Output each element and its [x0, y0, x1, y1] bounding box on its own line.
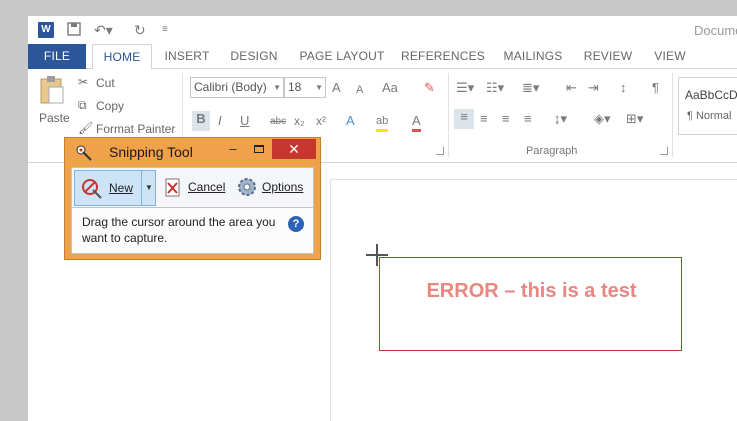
tab-view[interactable]: VIEW	[646, 44, 694, 69]
word-logo-icon[interactable]: W	[38, 22, 54, 38]
font-size-select[interactable]: 18 ▼	[284, 77, 326, 98]
snipping-tool-window: Snipping Tool – ✕ New ▼ Cancel Options D…	[64, 137, 321, 260]
tab-review[interactable]: REVIEW	[580, 44, 636, 69]
show-marks-button[interactable]: ¶	[652, 80, 659, 96]
tab-page-layout[interactable]: PAGE LAYOUT	[294, 44, 390, 69]
paragraph-dialog-launcher-icon[interactable]	[660, 147, 668, 155]
paintbrush-icon[interactable]: 🖌	[78, 121, 93, 135]
selection-rectangle[interactable]: ERROR – this is a test	[379, 257, 682, 351]
cancel-button[interactable]: Cancel	[188, 180, 225, 194]
tab-insert[interactable]: INSERT	[158, 44, 216, 69]
grow-font-icon[interactable]: A	[332, 80, 341, 96]
paragraph-group-label: Paragraph	[526, 145, 578, 157]
instruction-text: Drag the cursor around the area you want…	[82, 215, 276, 245]
minimize-button[interactable]: –	[220, 140, 246, 160]
justify-icon[interactable]: ≡	[524, 111, 532, 127]
align-left-icon[interactable]: ≡	[454, 109, 474, 129]
underline-button[interactable]: U	[240, 113, 249, 129]
snipping-instructions: Drag the cursor around the area you want…	[71, 208, 314, 254]
tab-home[interactable]: HOME	[92, 44, 152, 70]
style-preview: AaBbCcD	[685, 88, 737, 102]
borders-icon[interactable]: ⊞▾	[626, 111, 643, 127]
snipping-tool-title: Snipping Tool	[109, 144, 193, 160]
subscript-button[interactable]: x₂	[294, 113, 305, 129]
document-text: ERROR – this is a test	[426, 280, 637, 302]
font-name-select[interactable]: Calibri (Body) ▼	[190, 77, 284, 98]
font-size-value: 18	[288, 80, 302, 94]
cut-button[interactable]: Cut	[96, 76, 115, 90]
new-snip-label-text: New	[109, 181, 134, 195]
line-spacing-icon[interactable]: ↨▾	[554, 111, 567, 127]
format-painter-button[interactable]: Format Painter	[96, 122, 175, 136]
gear-icon	[236, 176, 258, 203]
highlight-button[interactable]: ab	[376, 113, 389, 132]
multilevel-icon[interactable]: ≣▾	[522, 80, 539, 96]
divider	[672, 73, 673, 157]
center-icon[interactable]: ≡	[480, 111, 488, 127]
divider	[448, 73, 449, 157]
new-snip-button[interactable]: New ▼	[74, 170, 156, 206]
options-button[interactable]: Options	[262, 180, 303, 194]
chevron-down-icon[interactable]: ▼	[141, 171, 156, 205]
redo-icon[interactable]: ↻	[134, 21, 146, 39]
italic-button[interactable]: I	[218, 113, 222, 129]
increase-indent-icon[interactable]: ⇥	[588, 80, 599, 96]
tab-file[interactable]: FILE	[28, 44, 86, 69]
numbering-icon[interactable]: ☷▾	[486, 80, 504, 96]
shading-icon[interactable]: ◈▾	[594, 111, 611, 127]
new-snip-icon	[81, 178, 103, 205]
quick-access-toolbar: W ↶▾ ↻ ≡ Docume	[28, 16, 737, 44]
snip-app-icon	[75, 144, 93, 162]
save-icon[interactable]	[66, 21, 82, 39]
tab-mailings[interactable]: MAILINGS	[496, 44, 570, 69]
style-normal[interactable]: AaBbCcD ¶ Normal	[678, 77, 737, 135]
new-snip-label: New	[109, 181, 133, 195]
bold-button[interactable]: B	[192, 111, 210, 131]
close-button[interactable]: ✕	[272, 139, 316, 159]
scissors-icon[interactable]: ✂	[78, 75, 88, 89]
bullets-icon[interactable]: ☰▾	[456, 80, 474, 96]
tab-references[interactable]: REFERENCES	[400, 44, 486, 69]
shrink-font-icon[interactable]: A	[356, 82, 363, 98]
help-icon[interactable]: ?	[288, 216, 304, 232]
tab-design[interactable]: DESIGN	[224, 44, 284, 69]
superscript-button[interactable]: x²	[316, 113, 326, 129]
font-dialog-launcher-icon[interactable]	[436, 147, 444, 155]
snipping-toolbar: New ▼ Cancel Options	[71, 167, 314, 208]
font-color-button[interactable]: A	[412, 113, 421, 132]
maximize-icon	[254, 145, 264, 153]
undo-icon[interactable]: ↶▾	[94, 21, 113, 39]
align-right-icon[interactable]: ≡	[502, 111, 510, 127]
options-label: Options	[262, 180, 304, 194]
ribbon-tabs: FILE HOME INSERT DESIGN PAGE LAYOUT REFE…	[28, 44, 737, 70]
style-name: ¶ Normal	[687, 110, 732, 122]
sort-icon[interactable]: ↕	[620, 80, 627, 96]
text-effects-button[interactable]: A	[346, 113, 355, 129]
change-case-button[interactable]: Aa	[382, 80, 398, 96]
customize-qat-icon[interactable]: ≡	[162, 21, 168, 39]
paste-icon[interactable]	[38, 75, 66, 108]
crosshair-v	[376, 244, 378, 266]
font-name-value: Calibri (Body)	[194, 80, 267, 94]
maximize-button[interactable]	[246, 140, 272, 160]
strikethrough-button[interactable]: abc	[270, 114, 286, 130]
cancel-label: Cancel	[188, 180, 226, 194]
paste-button[interactable]: Paste	[39, 111, 70, 125]
document-title: Docume	[694, 23, 737, 38]
cancel-icon	[164, 178, 182, 203]
chevron-down-icon: ▼	[315, 83, 323, 92]
decrease-indent-icon[interactable]: ⇤	[566, 80, 577, 96]
copy-button[interactable]: Copy	[96, 99, 124, 113]
clear-format-icon[interactable]: ✎	[424, 80, 435, 96]
chevron-down-icon: ▼	[273, 83, 281, 92]
copy-icon[interactable]: ⧉	[78, 98, 87, 113]
